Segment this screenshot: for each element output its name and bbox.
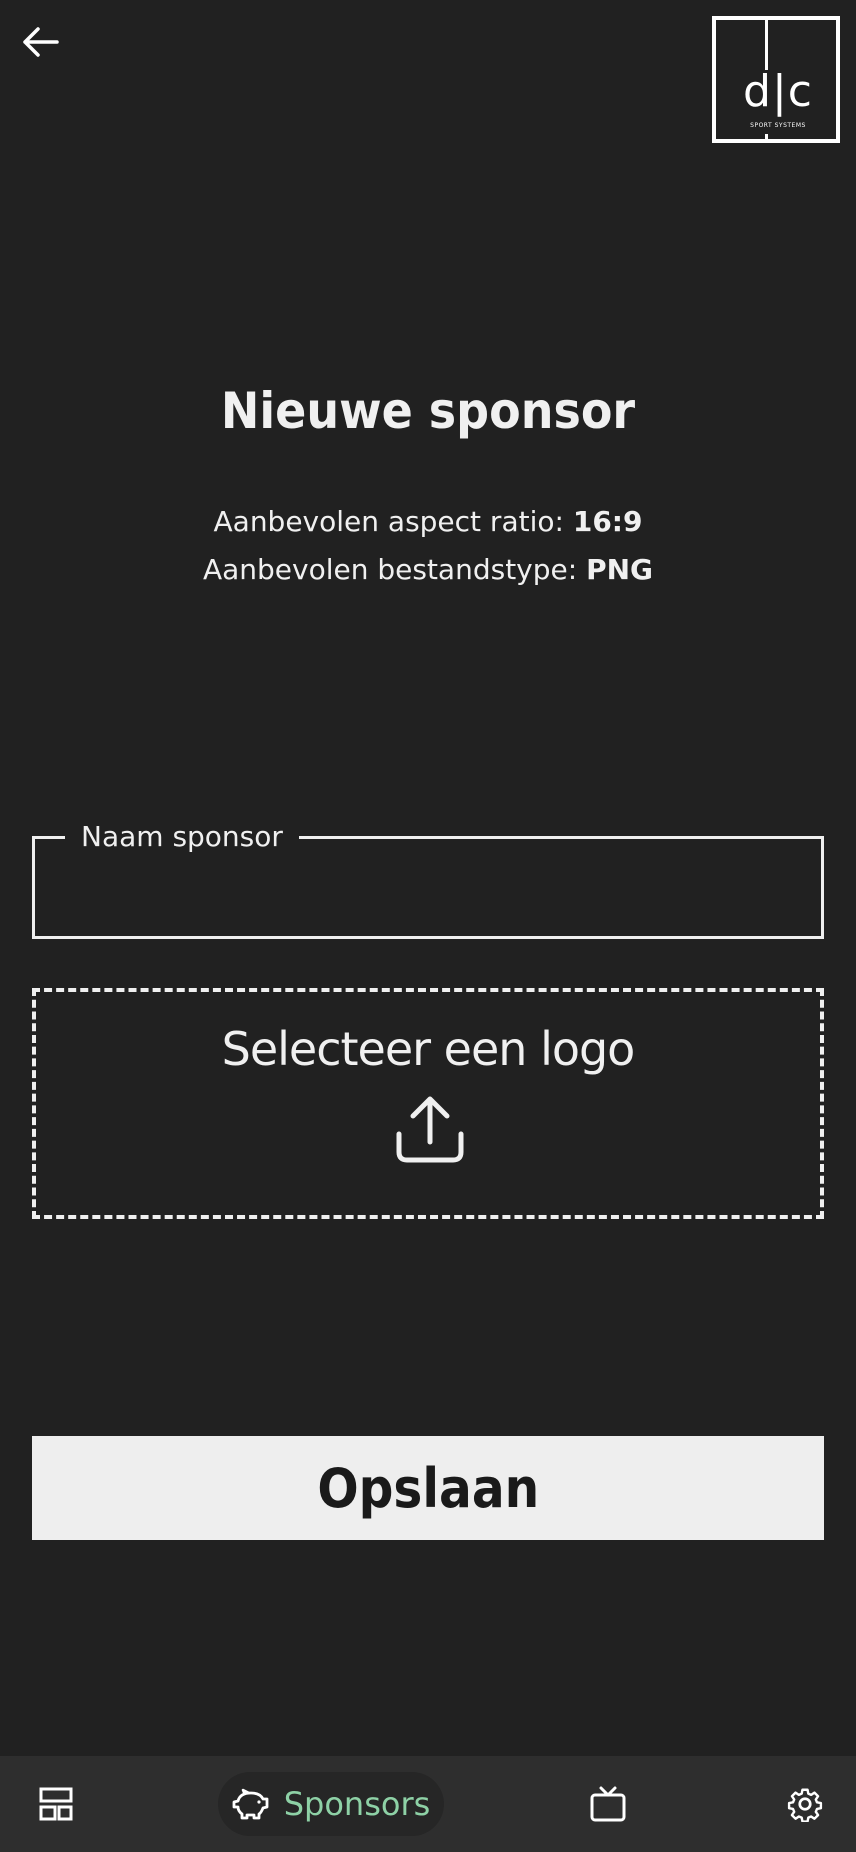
gear-icon [787, 1788, 823, 1822]
file-type-info: Aanbevolen bestandstype: PNG [0, 553, 856, 586]
piggy-bank-icon [232, 1788, 269, 1820]
logo-upload-dropzone[interactable]: Selecteer een logo [32, 988, 824, 1219]
sponsor-name-input[interactable] [55, 859, 795, 915]
nav-item-settings[interactable] [773, 1772, 837, 1836]
upload-label: Selecteer een logo [221, 1022, 636, 1076]
save-button[interactable]: Opslaan [32, 1436, 824, 1540]
page-title: Nieuwe sponsor [220, 382, 636, 440]
dashboard-icon [39, 1787, 73, 1821]
logo-tagline: SPORT SYSTEMS [750, 122, 806, 129]
logo-letters: d|c [743, 66, 813, 117]
upload-icon [396, 1096, 464, 1163]
dlc-logo: d|c SPORT SYSTEMS [712, 16, 840, 143]
arrow-left-icon [23, 27, 59, 57]
aspect-ratio-value: 16:9 [572, 505, 643, 538]
save-button-label: Opslaan [317, 1456, 539, 1520]
file-type-label: Aanbevolen bestandstype: [202, 553, 578, 586]
aspect-ratio-info: Aanbevolen aspect ratio: 16:9 [0, 505, 856, 538]
back-button[interactable] [16, 18, 64, 66]
file-type-value: PNG [586, 553, 654, 586]
nav-item-tv[interactable] [576, 1772, 640, 1836]
sponsor-name-label: Naam sponsor [65, 817, 299, 857]
tv-icon [590, 1786, 626, 1822]
new-sponsor-screen: d|c SPORT SYSTEMS Nieuwe sponsor Aanbevo… [0, 0, 856, 1852]
sponsor-name-field[interactable]: Naam sponsor [32, 817, 824, 939]
nav-item-sponsors[interactable]: Sponsors [218, 1772, 444, 1836]
nav-item-dashboard[interactable] [24, 1772, 88, 1836]
logo-line-top [765, 20, 768, 70]
aspect-ratio-label: Aanbevolen aspect ratio: [213, 505, 564, 538]
bottom-navigation: Sponsors [0, 1756, 856, 1852]
logo-line-bottom [765, 134, 768, 143]
nav-sponsors-label: Sponsors [283, 1785, 431, 1823]
